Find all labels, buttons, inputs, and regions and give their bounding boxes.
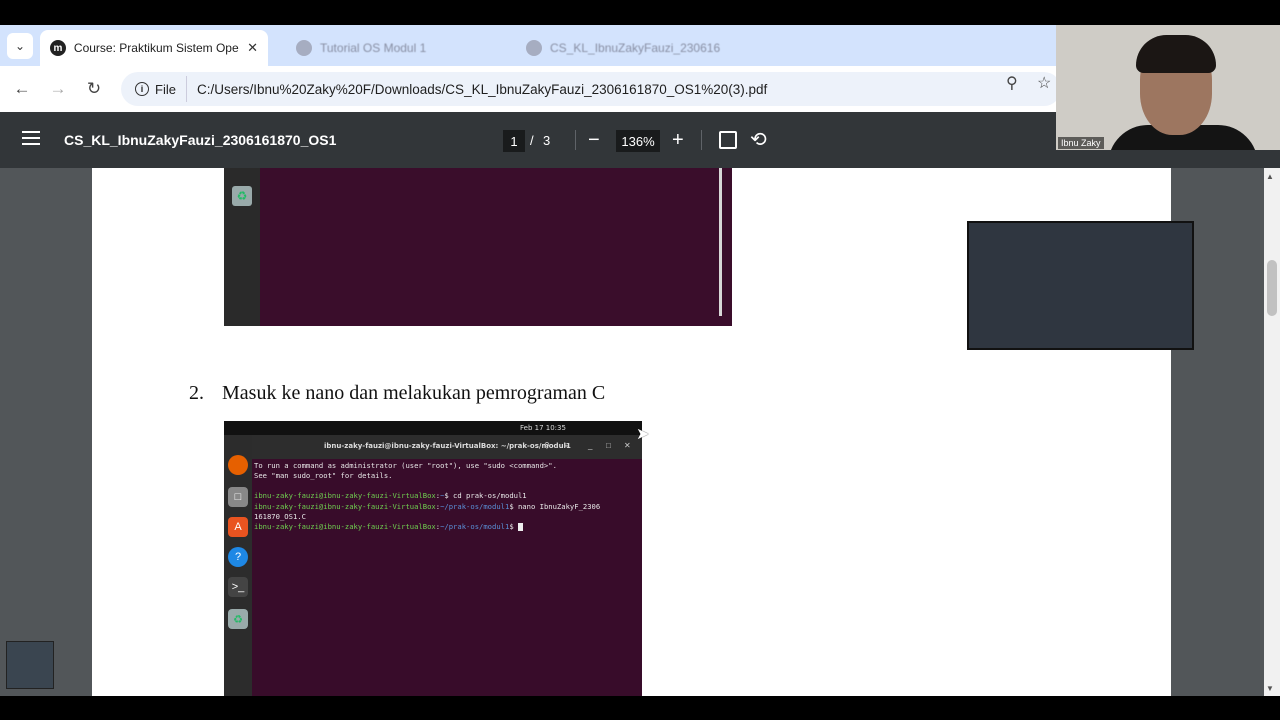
ubuntu-dock: □ A ? >_ ♻ bbox=[224, 435, 252, 696]
software-store-icon: A bbox=[228, 517, 248, 537]
close-icon[interactable]: ✕ bbox=[247, 40, 258, 56]
zoom-out-minus-icon[interactable]: − bbox=[588, 128, 600, 152]
tab-tutorial[interactable]: Tutorial OS Modul 1 bbox=[286, 30, 506, 66]
arrow-right-icon: → bbox=[49, 79, 67, 98]
terminal-screenshot-1 bbox=[224, 168, 732, 326]
tab-search-menu-button[interactable]: ⌄ bbox=[7, 33, 33, 59]
star-bookmark-icon[interactable]: ☆ bbox=[1037, 73, 1051, 93]
browser-toolbar: ← → ↻ i File C:/Users/Ibnu%20Zaky%20F/Do… bbox=[0, 66, 1061, 112]
files-icon: □ bbox=[228, 487, 248, 507]
trash-icon: ♻ bbox=[232, 186, 252, 206]
terminal-window-title: ibnu-zaky-fauzi@ibnu-zaky-fauzi-VirtualB… bbox=[324, 442, 571, 450]
zoom-in-plus-icon[interactable]: + bbox=[672, 128, 684, 152]
search-icon: ⚲ bbox=[544, 441, 550, 450]
tab-pdf[interactable]: CS_KL_IbnuZakyFauzi_2306161870_OS1 bbox=[516, 30, 746, 66]
page-number-input[interactable]: 1 bbox=[503, 130, 525, 152]
tab-title: CS_KL_IbnuZakyFauzi_2306161870_OS1 bbox=[550, 41, 720, 55]
globe-icon bbox=[526, 40, 542, 56]
ubuntu-dock: ♻ bbox=[224, 168, 260, 326]
clock-text: Feb 17 10:35 bbox=[520, 424, 566, 432]
arrow-left-icon: ← bbox=[13, 79, 31, 98]
zoom-magnifier-icon[interactable]: ⚲ bbox=[1006, 73, 1018, 93]
terminal-header-bar: ibnu-zaky-fauzi@ibnu-zaky-fauzi-VirtualB… bbox=[252, 435, 642, 459]
tab-title: Course: Praktikum Sistem Operasi bbox=[73, 41, 239, 55]
terminal-scrollbar bbox=[719, 168, 722, 316]
step-number: 2. bbox=[189, 382, 204, 404]
scroll-up-icon[interactable]: ▲ bbox=[1266, 172, 1274, 181]
firefox-icon bbox=[228, 455, 248, 475]
screen-bottom-bar bbox=[0, 696, 1280, 720]
terminal-line: See "man sudo_root" for details. bbox=[254, 471, 393, 480]
url-text[interactable]: C:/Users/Ibnu%20Zaky%20F/Downloads/CS_KL… bbox=[197, 82, 767, 97]
reload-button[interactable]: ↻ bbox=[81, 76, 107, 102]
menu-icon: ≡ bbox=[564, 441, 569, 450]
viewer-scrollbar[interactable] bbox=[1264, 168, 1280, 696]
chevron-down-icon: ⌄ bbox=[14, 39, 26, 53]
scroll-down-icon[interactable]: ▼ bbox=[1266, 684, 1274, 693]
terminal-cursor bbox=[517, 523, 523, 531]
moodle-favicon-icon: m bbox=[50, 40, 66, 56]
reload-icon: ↻ bbox=[86, 79, 102, 98]
rotate-icon[interactable]: ⟲ bbox=[750, 128, 767, 152]
scrollbar-thumb[interactable] bbox=[1267, 260, 1277, 316]
webcam-feed: Ibnu Zaky bbox=[1056, 25, 1280, 150]
screen-top-bar bbox=[0, 0, 1280, 25]
menu-hamburger-icon[interactable] bbox=[22, 131, 40, 145]
page-separator: / bbox=[530, 133, 534, 148]
webcam-person bbox=[1136, 35, 1216, 73]
minimize-icon: _ bbox=[588, 441, 593, 450]
terminal-line: ibnu-zaky-fauzi@ibnu-zaky-fauzi-VirtualB… bbox=[254, 522, 523, 531]
info-icon: i bbox=[135, 82, 149, 96]
terminal-line: To run a command as administrator (user … bbox=[254, 461, 557, 470]
help-icon: ? bbox=[228, 547, 248, 567]
corner-thumbnail bbox=[6, 641, 54, 689]
total-pages: 3 bbox=[543, 133, 551, 148]
page-favicon-icon bbox=[296, 40, 312, 56]
toolbar-divider bbox=[701, 130, 702, 150]
ubuntu-top-bar: Feb 17 10:35 bbox=[224, 421, 642, 435]
mouse-pointer-icon: ➤ bbox=[636, 426, 650, 443]
terminal-line: 161870_OS1.C bbox=[254, 512, 306, 521]
terminal-line: ibnu-zaky-fauzi@ibnu-zaky-fauzi-VirtualB… bbox=[254, 491, 527, 500]
trash-icon: ♻ bbox=[228, 609, 248, 629]
terminal-screenshot-2: Feb 17 10:35 □ A ? >_ ♻ ibnu-zaky-fauzi@… bbox=[224, 421, 642, 696]
tab-title: Tutorial OS Modul 1 bbox=[320, 41, 427, 55]
close-icon: ✕ bbox=[624, 441, 631, 450]
address-bar[interactable]: i File C:/Users/Ibnu%20Zaky%20F/Download… bbox=[121, 72, 1061, 106]
step-text: Masuk ke nano dan melakukan pemrograman … bbox=[222, 382, 606, 404]
fit-to-page-icon[interactable] bbox=[719, 131, 737, 149]
terminal-line: ibnu-zaky-fauzi@ibnu-zaky-fauzi-VirtualB… bbox=[254, 502, 601, 511]
zoom-level-input[interactable]: 136% bbox=[616, 130, 660, 152]
terminal-app-icon: >_ bbox=[228, 577, 248, 597]
toolbar-divider bbox=[575, 130, 576, 150]
browser-tab-strip: ⌄ m Course: Praktikum Sistem Operasi ✕ T… bbox=[0, 25, 1056, 66]
participant-name: Ibnu Zaky bbox=[1058, 137, 1104, 149]
site-info-chip[interactable]: i File bbox=[131, 76, 187, 102]
maximize-icon: □ bbox=[606, 441, 611, 450]
step-heading: 2. Masuk ke nano dan melakukan pemrograma… bbox=[189, 382, 605, 405]
info-chip-label: File bbox=[155, 81, 176, 97]
forward-button[interactable]: → bbox=[45, 76, 71, 102]
back-button[interactable]: ← bbox=[9, 76, 35, 102]
pdf-document-title: CS_KL_IbnuZakyFauzi_2306161870_OS1 bbox=[64, 132, 337, 148]
tab-course[interactable]: m Course: Praktikum Sistem Operasi ✕ bbox=[40, 30, 268, 66]
video-overlay-box bbox=[967, 221, 1194, 350]
